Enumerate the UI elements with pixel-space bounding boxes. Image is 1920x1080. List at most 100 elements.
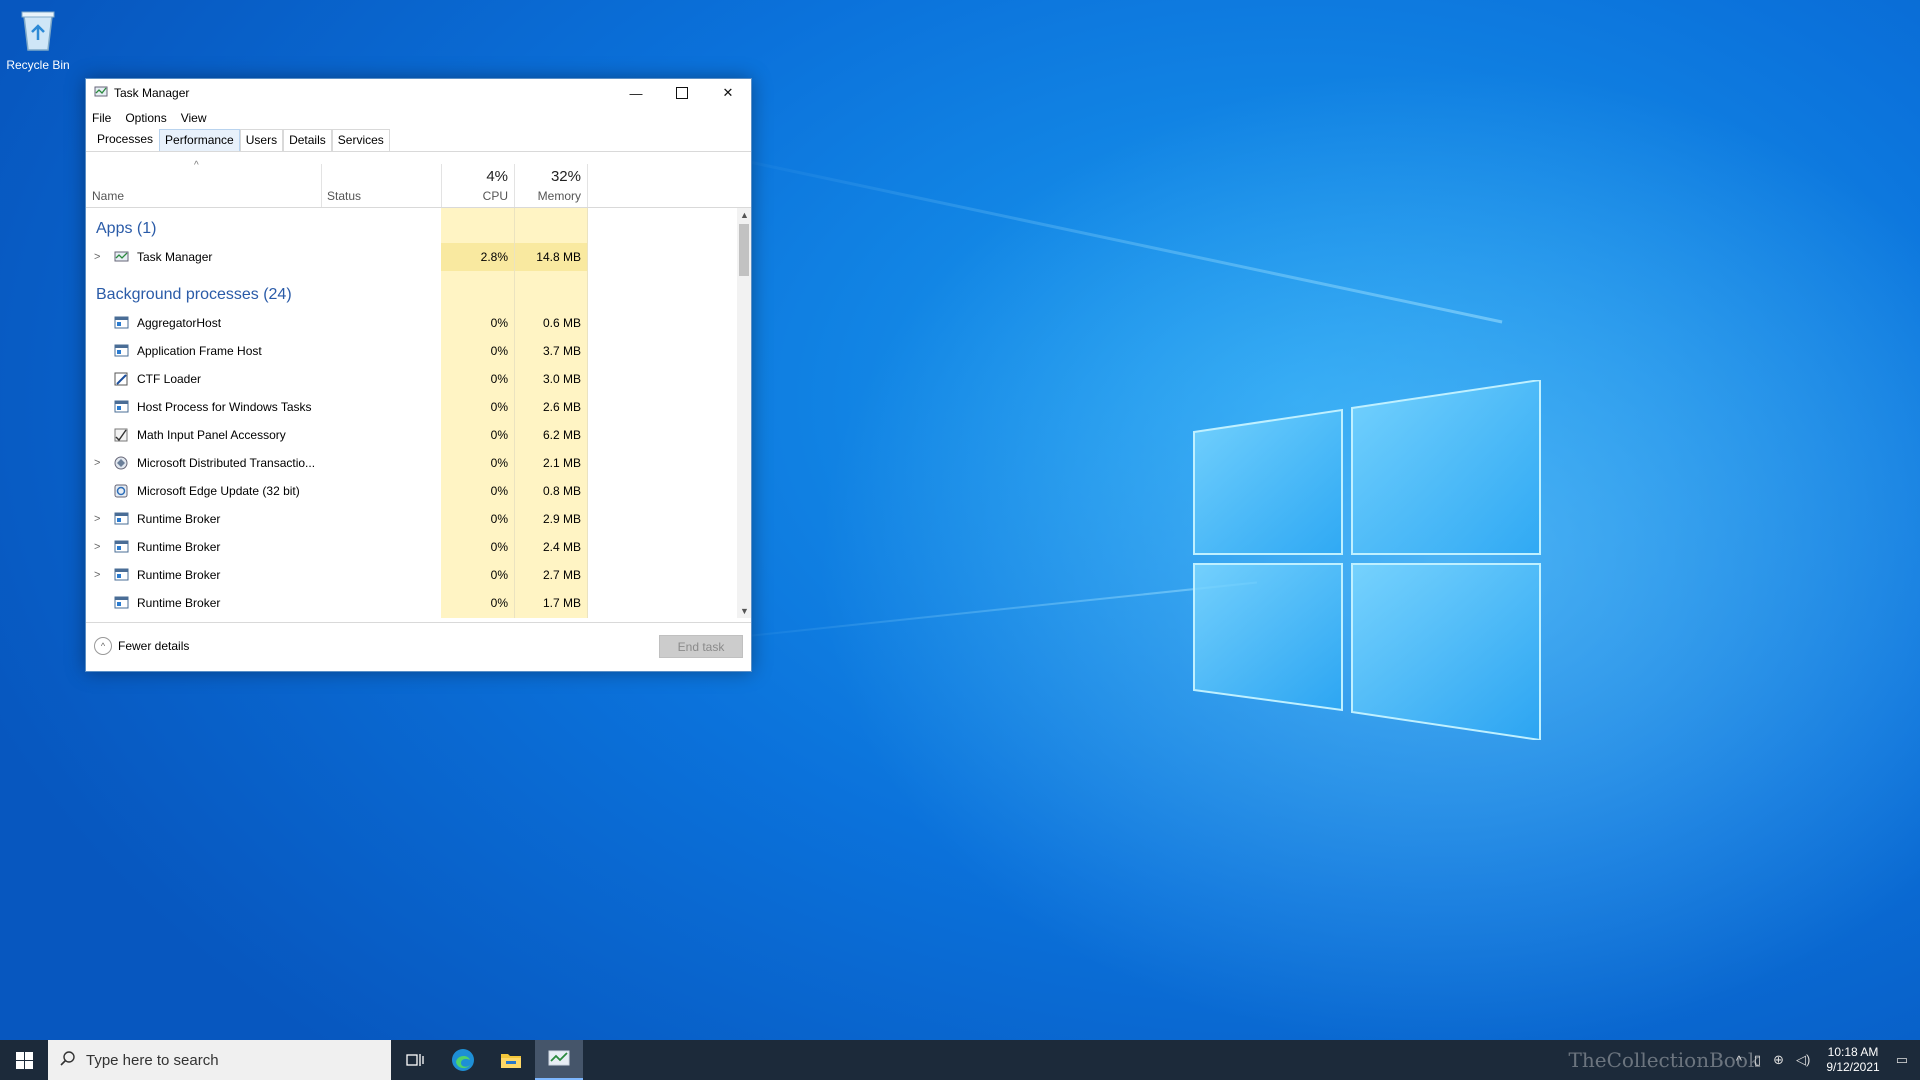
search-icon: [60, 1050, 76, 1070]
vertical-scrollbar[interactable]: ▲ ▼: [737, 208, 751, 618]
task-manager-window: Task Manager — ✕ File Options View Proce…: [85, 78, 752, 672]
watermark-text: TheCollectionBook: [1568, 1048, 1760, 1072]
table-row[interactable]: > Runtime Broker 0% 2.4 MB: [86, 533, 736, 561]
start-button[interactable]: [0, 1040, 48, 1080]
search-placeholder: Type here to search: [86, 1051, 219, 1069]
process-cpu: 0%: [490, 568, 508, 582]
taskbar-search-box[interactable]: Type here to search: [48, 1040, 391, 1080]
process-cpu: 2.8%: [480, 250, 508, 264]
title-bar[interactable]: Task Manager — ✕: [86, 79, 751, 107]
system-tray: TheCollectionBook ^ ▯ ⊕ ◁) 10:18 AM 9/12…: [1569, 1040, 1920, 1080]
scroll-thumb[interactable]: [739, 224, 749, 276]
file-explorer-taskbar-button[interactable]: [487, 1040, 535, 1080]
scroll-down-icon[interactable]: ▼: [740, 606, 749, 616]
process-memory: 3.0 MB: [542, 372, 581, 386]
column-header-cpu[interactable]: 4% CPU: [441, 152, 514, 207]
process-name: Math Input Panel Accessory: [137, 428, 286, 442]
footer-bar: ^ Fewer details End task: [86, 622, 751, 671]
process-memory: 14.8 MB: [536, 250, 581, 264]
end-task-button[interactable]: End task: [659, 635, 743, 658]
column-header-status[interactable]: Status: [327, 152, 437, 207]
process-memory: 0.6 MB: [542, 316, 581, 330]
column-header-memory[interactable]: 32% Memory: [515, 152, 587, 207]
group-title: Apps (1): [96, 220, 157, 237]
menu-options[interactable]: Options: [125, 111, 174, 125]
process-name: Application Frame Host: [137, 344, 262, 358]
menu-view[interactable]: View: [181, 111, 215, 125]
column-memory-label: Memory: [537, 189, 581, 203]
edge-icon: [452, 1049, 474, 1071]
table-row[interactable]: > Microsoft Distributed Transactio... 0% 2.…: [86, 449, 736, 477]
clock-time: 10:18 AM: [1827, 1045, 1879, 1059]
fewer-details-button[interactable]: ^ Fewer details: [94, 637, 189, 655]
chevron-right-icon[interactable]: >: [94, 541, 100, 553]
window-app-icon: [114, 344, 129, 360]
column-header-name[interactable]: Name: [92, 152, 322, 207]
process-memory: 2.4 MB: [542, 540, 581, 554]
edge-taskbar-button[interactable]: [439, 1040, 487, 1080]
table-row[interactable]: Microsoft Edge Update (32 bit) 0% 0.8 MB: [86, 477, 736, 505]
process-cpu: 0%: [490, 484, 508, 498]
task-view-button[interactable]: [391, 1040, 439, 1080]
group-header-background[interactable]: Background processes (24): [86, 281, 736, 309]
recycle-bin-shortcut[interactable]: Recycle Bin: [6, 8, 70, 72]
process-memory: 6.2 MB: [542, 428, 581, 442]
process-name: Runtime Broker: [137, 540, 221, 554]
chevron-right-icon[interactable]: >: [94, 457, 100, 469]
column-status-label: Status: [327, 189, 362, 203]
task-manager-icon: [94, 85, 108, 102]
clock-date: 9/12/2021: [1826, 1060, 1880, 1074]
table-row[interactable]: AggregatorHost 0% 0.6 MB: [86, 309, 736, 337]
window-app-icon: [114, 540, 129, 556]
process-name: Task Manager: [137, 250, 213, 264]
fewer-details-label: Fewer details: [118, 639, 190, 653]
window-app-icon: [114, 316, 129, 332]
tab-services[interactable]: Services: [331, 129, 390, 151]
chevron-right-icon[interactable]: >: [94, 251, 100, 263]
window-app-icon: [114, 596, 129, 612]
minimize-button[interactable]: —: [613, 79, 659, 107]
group-header-apps[interactable]: Apps (1): [86, 215, 736, 243]
task-manager-taskbar-button[interactable]: [535, 1040, 583, 1080]
process-memory: 2.9 MB: [542, 512, 581, 526]
table-row[interactable]: CTF Loader 0% 3.0 MB: [86, 365, 736, 393]
table-row[interactable]: Application Frame Host 0% 3.7 MB: [86, 337, 736, 365]
group-title: Background processes (24): [96, 286, 292, 303]
process-cpu: 0%: [490, 372, 508, 386]
process-cpu: 0%: [490, 512, 508, 526]
chevron-right-icon[interactable]: >: [94, 513, 100, 525]
windows-logo: [1193, 380, 1541, 740]
column-divider: [587, 164, 588, 207]
taskbar-clock[interactable]: 10:18 AM 9/12/2021: [1826, 1045, 1879, 1075]
window-app-icon: [114, 400, 129, 416]
tab-users[interactable]: Users: [239, 129, 284, 151]
network-icon[interactable]: ⊕: [1773, 1052, 1784, 1068]
window-app-icon: [114, 568, 129, 584]
process-name: Host Process for Windows Tasks: [137, 400, 312, 414]
chevron-up-icon: ^: [94, 637, 112, 655]
math-input-icon: [114, 428, 129, 445]
table-row[interactable]: Host Process for Windows Tasks 0% 2.6 MB: [86, 393, 736, 421]
table-row[interactable]: > Runtime Broker 0% 2.9 MB: [86, 505, 736, 533]
maximize-icon: [676, 87, 688, 99]
close-button[interactable]: ✕: [705, 79, 751, 107]
menu-file[interactable]: File: [92, 111, 119, 125]
volume-icon[interactable]: ◁): [1796, 1052, 1810, 1068]
notification-center-icon[interactable]: ▭: [1896, 1052, 1908, 1068]
table-row[interactable]: > Task Manager 2.8% 14.8 MB: [86, 243, 736, 271]
tab-processes[interactable]: Processes: [91, 128, 160, 151]
recycle-bin-label: Recycle Bin: [6, 58, 70, 72]
recycle-bin-icon: [21, 11, 55, 51]
table-row[interactable]: Runtime Broker 0% 1.7 MB: [86, 589, 736, 617]
table-row[interactable]: Math Input Panel Accessory 0% 6.2 MB: [86, 421, 736, 449]
column-header-row: ^ Name Status 4% CPU 32% Memory: [86, 152, 751, 208]
tab-details[interactable]: Details: [283, 129, 332, 151]
maximize-button[interactable]: [659, 79, 705, 107]
process-name: AggregatorHost: [137, 316, 222, 330]
table-row[interactable]: > Runtime Broker 0% 2.7 MB: [86, 561, 736, 589]
chevron-right-icon[interactable]: >: [94, 569, 100, 581]
scroll-up-icon[interactable]: ▲: [740, 210, 749, 220]
distributed-transaction-icon: [114, 456, 129, 473]
tab-performance[interactable]: Performance: [159, 129, 240, 151]
process-name: Microsoft Edge Update (32 bit): [137, 484, 300, 498]
